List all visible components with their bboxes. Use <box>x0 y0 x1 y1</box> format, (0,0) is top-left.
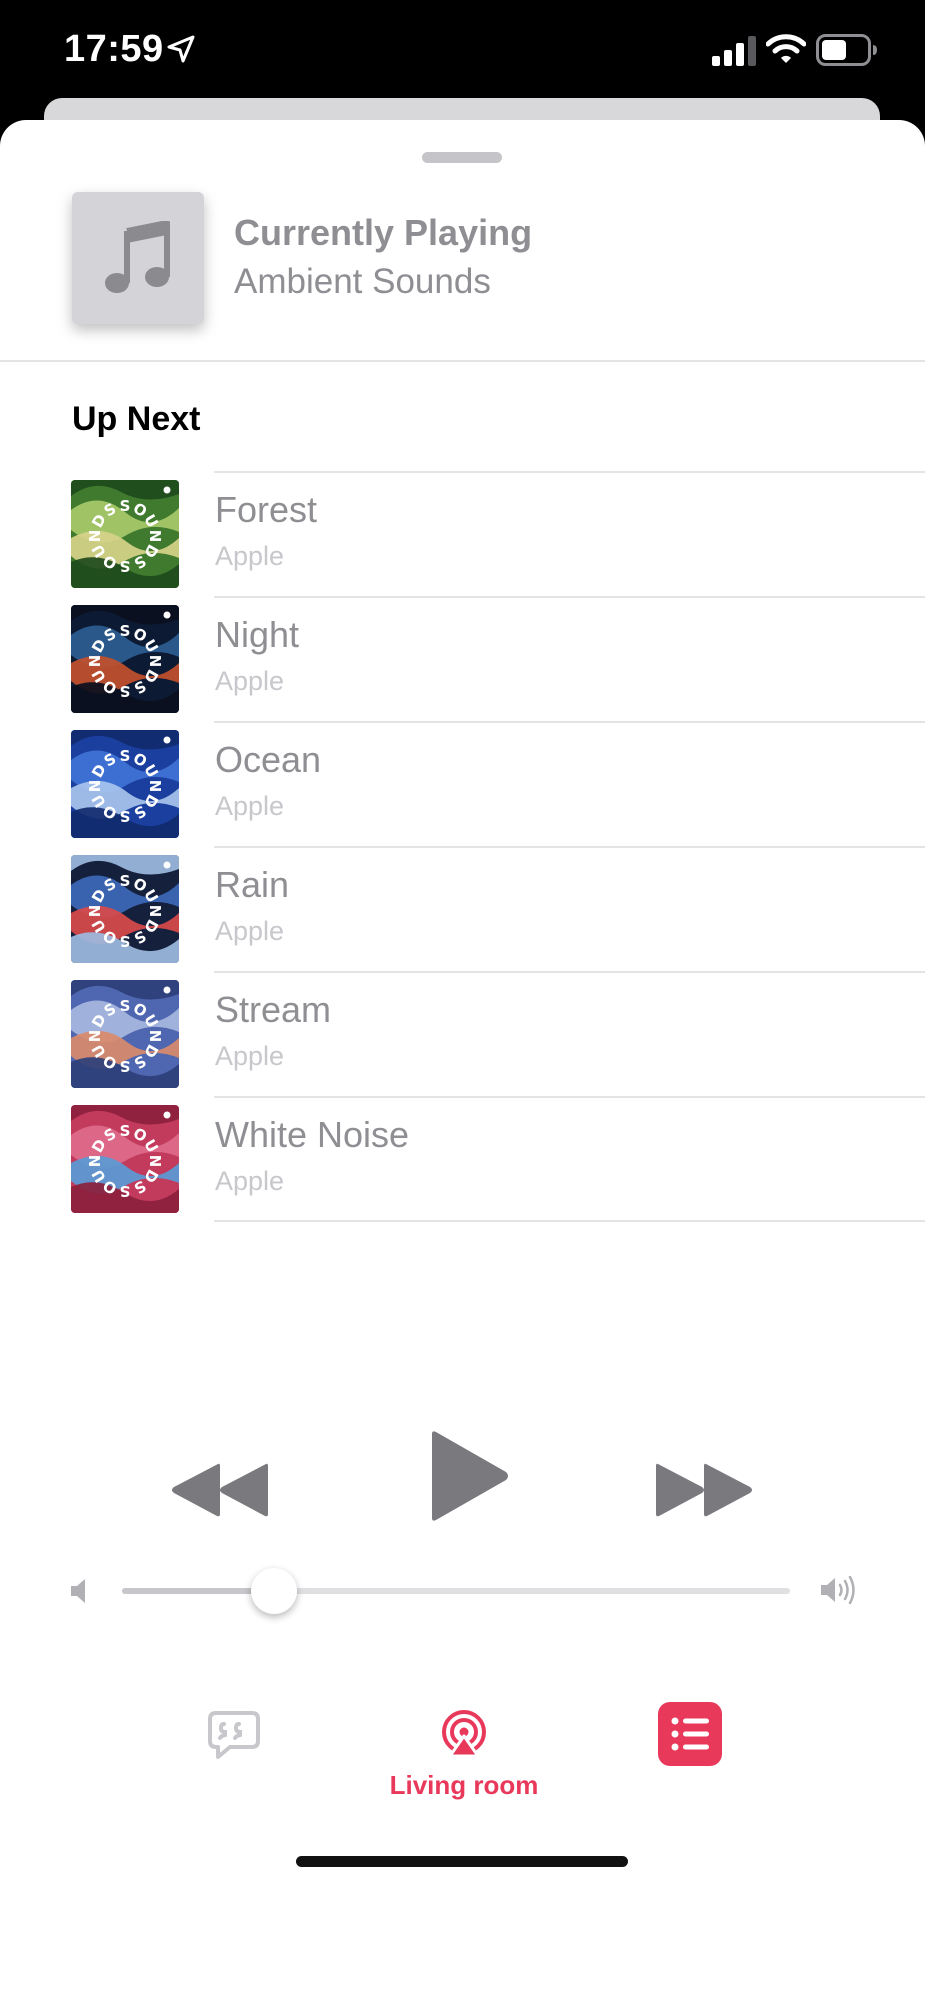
now-playing-header[interactable]: Currently Playing Ambient Sounds <box>0 120 925 362</box>
queue-item-artwork: SOUNDSSOUNDS <box>71 730 179 838</box>
queue-item-stream[interactable]: SOUNDSSOUNDS Stream Apple <box>0 971 925 1096</box>
transport-controls <box>0 1430 925 1560</box>
apple-logo-icon <box>163 736 171 744</box>
row-divider <box>214 721 925 723</box>
queue-item-title: Forest <box>215 489 318 530</box>
up-next-heading: Up Next <box>72 400 201 438</box>
artwork-letter: S <box>120 872 131 890</box>
artwork-letter: S <box>120 497 131 515</box>
row-divider <box>214 846 925 848</box>
artwork-letter: N <box>146 655 164 668</box>
artwork-letter: N <box>146 905 164 918</box>
row-divider <box>214 471 925 473</box>
queue-item-artwork: SOUNDSSOUNDS <box>71 855 179 963</box>
queue-item-artist: Apple <box>215 1041 285 1071</box>
queue-item-artwork: SOUNDSSOUNDS <box>71 605 179 713</box>
queue-item-title: White Noise <box>215 1114 410 1155</box>
play-icon[interactable] <box>426 1430 510 1522</box>
apple-logo-icon <box>163 1111 171 1119</box>
artwork-letter: S <box>120 932 131 950</box>
queue-item-artist: Apple <box>215 541 285 571</box>
queue-item-artist: Apple <box>215 791 285 821</box>
queue-item-title: Night <box>215 614 300 655</box>
queue-item-title: Stream <box>215 989 332 1030</box>
sounds-artwork: S OUNDSSOUNDS <box>71 855 179 963</box>
sounds-artwork: S OUNDSSOUNDS <box>71 730 179 838</box>
artwork-letter: S <box>120 747 131 765</box>
queue-list-button[interactable] <box>658 1702 722 1766</box>
artwork-letter: N <box>86 530 104 543</box>
queue-item-artwork: SOUNDSSOUNDS <box>71 980 179 1088</box>
now-playing-artwork <box>72 192 204 324</box>
battery-icon <box>816 34 877 66</box>
row-divider <box>214 1220 925 1222</box>
location-arrow-icon <box>167 35 195 63</box>
artwork-letter: S <box>120 557 131 575</box>
status-time: 17:59 <box>64 28 164 70</box>
speaker-low-icon <box>71 1579 85 1603</box>
airplay-route-button[interactable]: Living room <box>374 1710 554 1800</box>
artwork-letter: N <box>86 780 104 793</box>
speaker-high-icon <box>821 1576 855 1604</box>
airplay-audio-icon <box>442 1710 486 1758</box>
cellular-signal-icon <box>712 36 756 66</box>
artwork-letter: S <box>120 1057 131 1075</box>
artwork-letter: N <box>146 780 164 793</box>
apple-logo-icon <box>163 486 171 494</box>
music-note-icon <box>105 221 170 293</box>
now-playing-title: Currently Playing <box>234 212 533 253</box>
artwork-letter: N <box>146 530 164 543</box>
up-next-list: SOUNDSSOUNDS Forest Apple SOUNDSSOUNDS N… <box>0 471 925 1222</box>
artwork-letter: S <box>120 807 131 825</box>
queue-item-artist: Apple <box>215 1166 285 1196</box>
row-divider <box>214 971 925 973</box>
artwork-letter: N <box>86 905 104 918</box>
lyrics-bubble-icon[interactable] <box>208 1710 260 1760</box>
home-indicator[interactable] <box>296 1856 628 1867</box>
artwork-letter: S <box>120 1122 131 1140</box>
queue-item-white-noise[interactable]: SOUNDSSOUNDS White Noise Apple <box>0 1096 925 1222</box>
sounds-artwork: S OUNDSSOUNDS <box>71 480 179 588</box>
sounds-artwork: S OUNDSSOUNDS <box>71 1105 179 1213</box>
airplay-label: Living room <box>389 1770 539 1800</box>
artwork-letter: N <box>146 1155 164 1168</box>
artwork-letter: N <box>86 655 104 668</box>
queue-item-artist: Apple <box>215 916 285 946</box>
artwork-letter: N <box>146 1030 164 1043</box>
artwork-letter: N <box>86 1155 104 1168</box>
queue-item-ocean[interactable]: SOUNDSSOUNDS Ocean Apple <box>0 721 925 846</box>
sounds-artwork: S OUNDSSOUNDS <box>71 605 179 713</box>
queue-item-rain[interactable]: SOUNDSSOUNDS Rain Apple <box>0 846 925 971</box>
apple-logo-icon <box>163 861 171 869</box>
rewind-icon[interactable] <box>170 1460 270 1520</box>
wifi-icon <box>766 34 806 63</box>
artwork-letter: S <box>120 682 131 700</box>
volume-slider-thumb[interactable] <box>250 1568 297 1614</box>
artwork-letter: S <box>120 1182 131 1200</box>
queue-item-title: Rain <box>215 864 290 905</box>
artwork-letter: N <box>86 1030 104 1043</box>
volume-control <box>0 1560 925 1620</box>
sounds-artwork: S OUNDSSOUNDS <box>71 980 179 1088</box>
artwork-letter: S <box>120 997 131 1015</box>
now-playing-subtitle: Ambient Sounds <box>234 262 491 301</box>
apple-logo-icon <box>163 611 171 619</box>
queue-list-icon <box>671 1717 709 1751</box>
fast-forward-icon[interactable] <box>654 1460 754 1520</box>
queue-item-artwork: SOUNDSSOUNDS <box>71 1105 179 1213</box>
status-bar: 17:59 <box>0 0 925 100</box>
queue-item-title: Ocean <box>215 739 322 780</box>
queue-item-night[interactable]: SOUNDSSOUNDS Night Apple <box>0 596 925 721</box>
row-divider <box>214 1096 925 1098</box>
queue-item-artist: Apple <box>215 666 285 696</box>
apple-logo-icon <box>163 986 171 994</box>
queue-item-forest[interactable]: SOUNDSSOUNDS Forest Apple <box>0 471 925 596</box>
row-divider <box>214 596 925 598</box>
artwork-letter: S <box>120 622 131 640</box>
volume-slider[interactable] <box>122 1568 790 1614</box>
queue-item-artwork: SOUNDSSOUNDS <box>71 480 179 588</box>
